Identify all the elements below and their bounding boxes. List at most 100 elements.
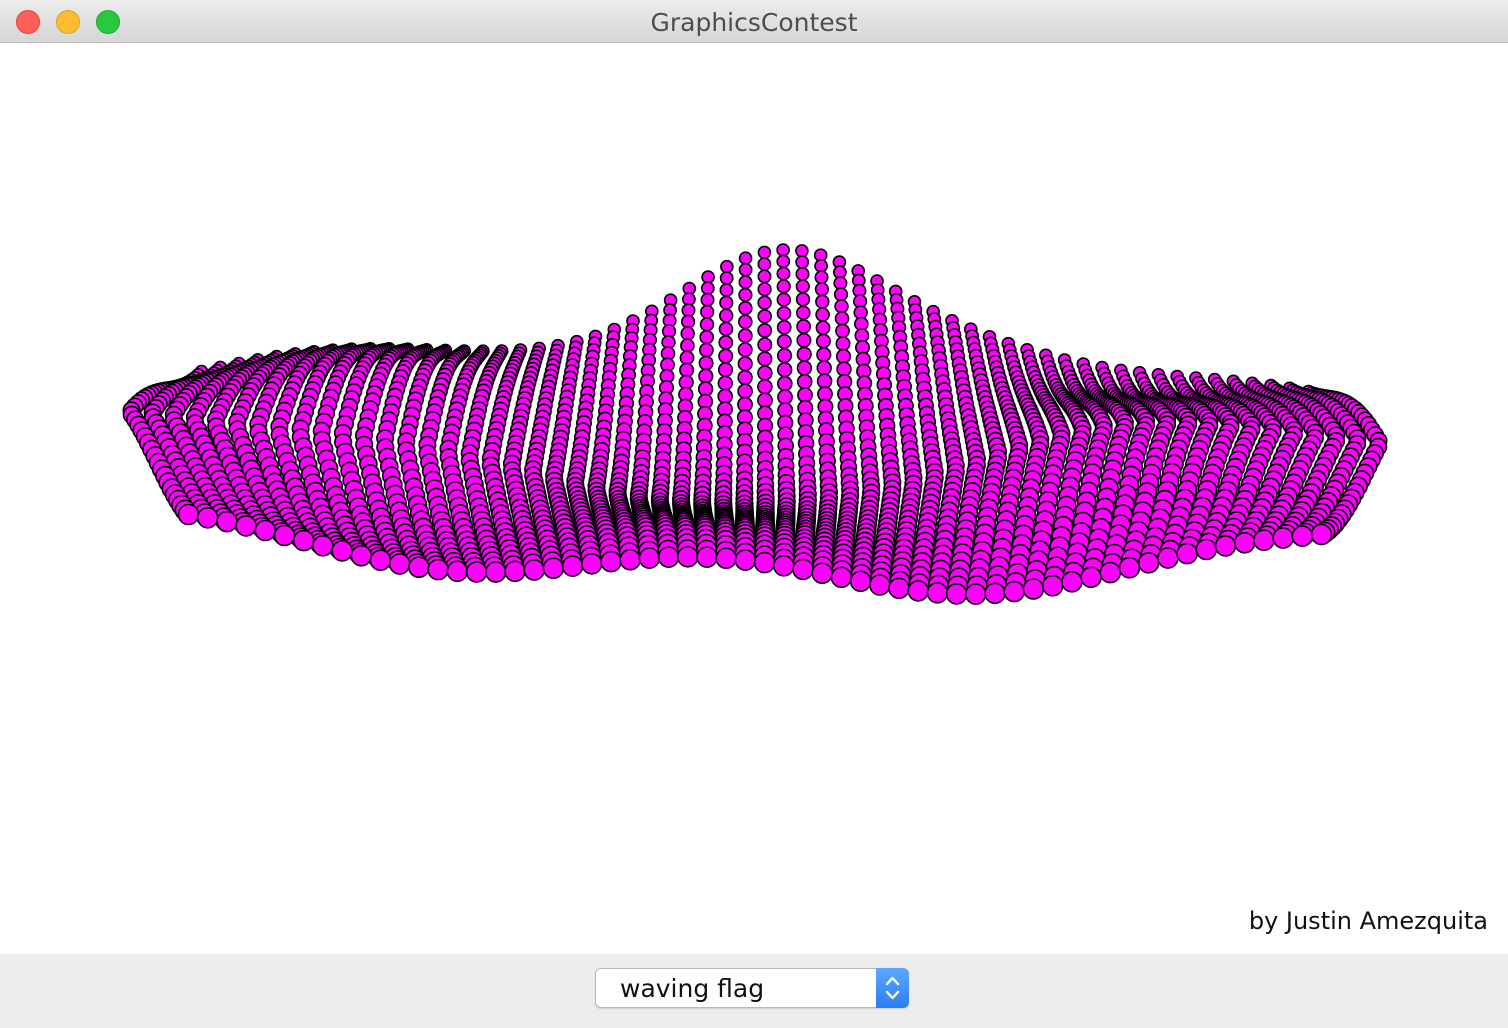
flag-mesh-point xyxy=(427,558,449,581)
flag-mesh-point xyxy=(984,582,1006,605)
title-bar[interactable]: GraphicsContest xyxy=(0,0,1508,43)
flag-mesh-point xyxy=(638,547,661,569)
flag-mesh-point xyxy=(814,282,830,297)
flag-mesh-point xyxy=(776,333,792,349)
flag-mesh-point xyxy=(795,255,810,269)
flag-mesh-point xyxy=(619,548,642,571)
flag-mesh-point xyxy=(369,549,392,572)
animation-select-value: waving flag xyxy=(620,974,765,1003)
flag-mesh-point xyxy=(849,570,872,593)
flag-mesh-point xyxy=(815,333,831,349)
flag-mesh-point xyxy=(561,555,584,577)
flag-mesh-point xyxy=(580,552,603,575)
window-title: GraphicsContest xyxy=(650,8,858,37)
flag-mesh-point xyxy=(816,373,833,389)
flag-mesh-point xyxy=(696,546,718,568)
flag-mesh-point xyxy=(700,292,715,307)
flag-mesh-point xyxy=(600,550,622,573)
flag-mesh-point xyxy=(699,342,714,358)
flag-mesh-point xyxy=(757,269,772,284)
flag-mesh-point xyxy=(830,566,853,589)
flag-mesh-point xyxy=(816,347,832,363)
flag-mesh-point xyxy=(796,346,812,362)
flag-mesh-point xyxy=(465,561,488,583)
flag-mesh-point xyxy=(679,350,695,366)
flag-mesh-point xyxy=(772,554,795,577)
up-down-chevron-icon[interactable] xyxy=(876,968,909,1008)
flag-mesh-point xyxy=(484,561,507,583)
flag-mesh-point xyxy=(1022,578,1045,600)
flag-mesh-point xyxy=(680,326,695,341)
flag-mesh-point xyxy=(698,368,714,384)
flag-mesh-point xyxy=(835,336,851,352)
flag-mesh-point xyxy=(719,283,734,298)
flag-mesh-point xyxy=(738,262,753,277)
flag-mesh-point xyxy=(776,292,791,307)
flag-mesh-point xyxy=(1118,556,1141,579)
flag-mesh-point xyxy=(1176,542,1198,565)
flag-mesh-point xyxy=(718,335,734,350)
flag-mesh-point xyxy=(737,342,753,358)
flag-mesh-point xyxy=(1195,538,1218,561)
flag-mesh-point xyxy=(757,245,772,260)
flag-mesh-point xyxy=(776,362,793,378)
flag-mesh-point xyxy=(542,557,565,580)
flag-mesh-point xyxy=(776,243,790,257)
flag-mesh-point xyxy=(700,281,715,296)
flag-mesh-point xyxy=(408,556,430,579)
flag-mesh-point xyxy=(1272,527,1294,549)
flag-mesh-point xyxy=(1041,574,1064,597)
flag-mesh-point xyxy=(504,560,526,583)
animation-select[interactable]: waving flag xyxy=(595,968,909,1008)
flag-mesh-point xyxy=(1214,535,1237,557)
flag-mesh-point xyxy=(757,295,772,310)
flag-mesh-point xyxy=(719,271,734,285)
flag-mesh-point xyxy=(738,251,753,265)
flag-mesh-point xyxy=(926,581,949,604)
flag-mesh-point xyxy=(737,356,753,372)
flag-mesh-point xyxy=(795,292,811,307)
flag-mesh-point xyxy=(657,546,680,568)
flag-mesh-point xyxy=(1253,529,1275,552)
flag-mesh-point xyxy=(834,299,849,314)
flag-mesh-point xyxy=(737,314,753,330)
flag-mesh-point xyxy=(796,332,812,348)
flag-mesh-point xyxy=(757,392,773,409)
flag-mesh-point xyxy=(757,337,773,353)
flag-mesh-point xyxy=(834,311,850,326)
flag-mesh-point xyxy=(446,560,469,583)
flag-mesh-point xyxy=(1291,525,1314,547)
flag-mesh-point xyxy=(738,301,753,316)
flag-mesh-point xyxy=(757,365,773,381)
flag-mesh-point xyxy=(216,510,238,533)
flag-mesh-point xyxy=(717,362,734,378)
flag-mesh-point xyxy=(717,388,734,405)
flag-mesh-point xyxy=(888,577,910,600)
flag-mesh-point xyxy=(753,551,776,574)
flag-mesh-point xyxy=(776,279,791,294)
flag-mesh-point xyxy=(757,282,772,297)
flag-mesh-point xyxy=(737,369,753,386)
flag-mesh-point xyxy=(738,287,753,302)
graphics-canvas: by Justin Amezquita xyxy=(0,43,1508,954)
flag-mesh-point xyxy=(676,545,699,568)
flag-mesh-point xyxy=(776,266,791,281)
flag-mesh-point xyxy=(312,534,334,557)
flag-mesh-point xyxy=(717,375,733,391)
flag-mesh-point xyxy=(1233,531,1256,554)
flag-mesh-point xyxy=(734,549,757,571)
flag-mesh-point xyxy=(835,348,852,365)
flag-mesh-point xyxy=(815,320,831,336)
flag-mesh-point xyxy=(757,309,773,324)
flag-mesh-point xyxy=(777,389,793,405)
flag-mesh-point xyxy=(816,360,832,376)
flag-mesh-point xyxy=(757,378,773,395)
flag-mesh-point xyxy=(776,375,793,392)
credit-text: by Justin Amezquita xyxy=(1248,907,1488,935)
flag-mesh-point xyxy=(523,559,546,581)
bottom-control-bar: waving flag xyxy=(0,954,1508,1028)
flag-mesh-point xyxy=(273,524,296,547)
flag-mesh-point xyxy=(796,373,813,390)
flag-mesh-point xyxy=(868,574,891,596)
flag-mesh-point xyxy=(1003,580,1026,603)
